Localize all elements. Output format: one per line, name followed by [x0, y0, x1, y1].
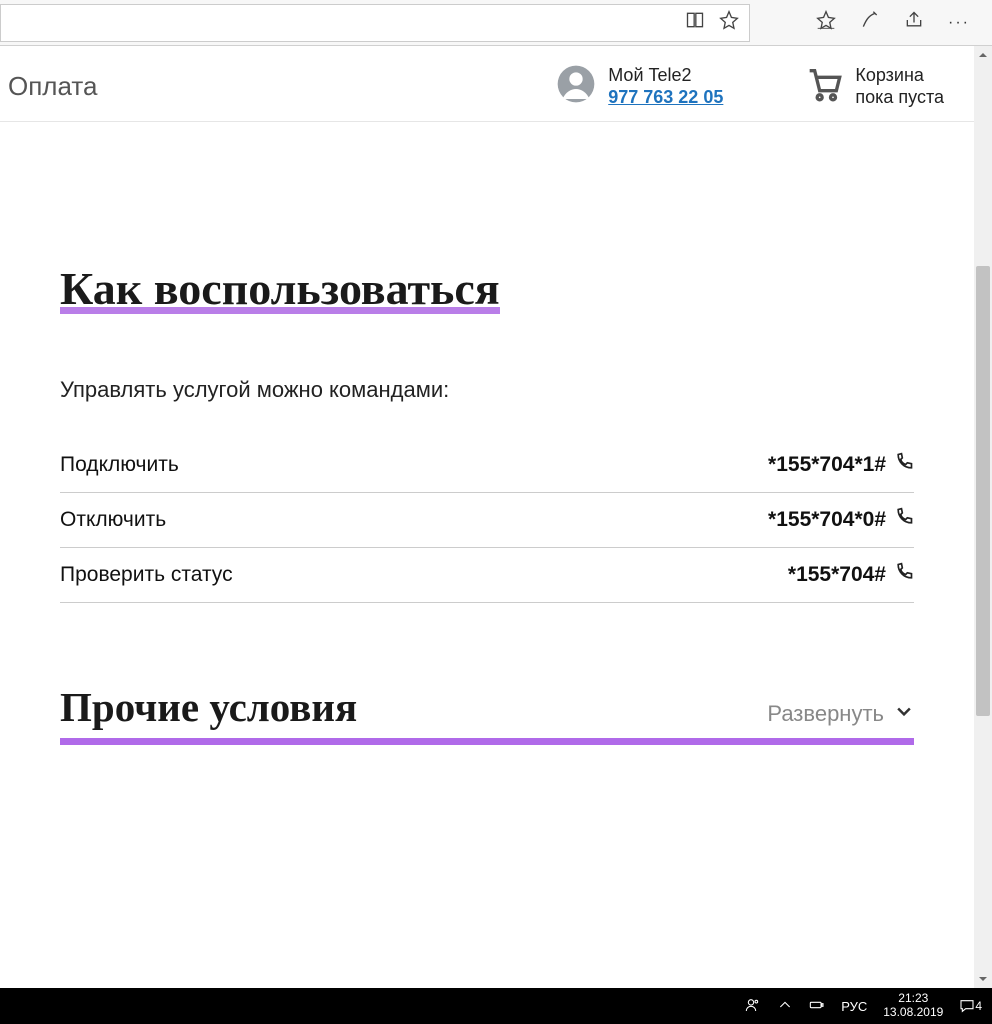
share-icon[interactable] — [904, 10, 924, 35]
reading-view-icon[interactable] — [685, 10, 705, 35]
command-row: Проверить статус *155*704# — [60, 548, 914, 603]
scroll-up-arrow-icon[interactable] — [974, 46, 992, 64]
account-block[interactable]: Мой Tele2 977 763 22 05 — [556, 64, 723, 109]
command-label: Проверить статус — [60, 563, 233, 587]
language-indicator[interactable]: РУС — [841, 999, 867, 1014]
browser-actions: ··· — [750, 10, 992, 35]
vertical-scrollbar[interactable] — [974, 46, 992, 988]
tray-chevron-up-icon[interactable] — [777, 997, 793, 1016]
main-content: Как воспользоваться Управлять услугой мо… — [0, 122, 974, 745]
command-label: Подключить — [60, 453, 179, 477]
site-header: Оплата Мой Tele2 977 763 22 05 Корзина п… — [0, 46, 974, 122]
scrollbar-thumb[interactable] — [976, 266, 990, 716]
chevron-down-icon — [894, 701, 914, 727]
howto-title: Как воспользоваться — [60, 262, 500, 317]
account-label: Мой Tele2 — [608, 65, 723, 87]
scroll-down-arrow-icon[interactable] — [974, 970, 992, 988]
command-row: Подключить *155*704*1# — [60, 438, 914, 493]
notification-count: 4 — [975, 999, 982, 1013]
user-icon — [556, 64, 596, 109]
other-conditions-section: Прочие условия Развернуть — [60, 683, 914, 745]
howto-intro: Управлять услугой можно командами: — [60, 377, 914, 403]
more-icon[interactable]: ··· — [948, 15, 970, 31]
cart-block[interactable]: Корзина пока пуста — [803, 64, 944, 109]
command-code: *155*704*1# — [768, 453, 886, 477]
phone-icon — [894, 507, 914, 533]
command-code: *155*704*0# — [768, 508, 886, 532]
tray-date: 13.08.2019 — [883, 1006, 943, 1020]
phone-icon — [894, 452, 914, 478]
account-phone-link[interactable]: 977 763 22 05 — [608, 87, 723, 107]
command-label: Отключить — [60, 508, 166, 532]
notes-icon[interactable] — [860, 10, 880, 35]
favorite-star-icon[interactable] — [719, 10, 739, 35]
cart-label: Корзина — [855, 65, 944, 87]
address-bar[interactable] — [0, 4, 750, 42]
section-underline — [60, 738, 914, 745]
windows-taskbar: РУС 21:23 13.08.2019 4 — [0, 988, 992, 1024]
phone-icon — [894, 562, 914, 588]
tray-clock[interactable]: 21:23 13.08.2019 — [883, 992, 943, 1020]
other-conditions-title: Прочие условия — [60, 683, 357, 731]
people-icon[interactable] — [745, 997, 761, 1016]
command-list: Подключить *155*704*1# Отключить *155*70… — [60, 438, 914, 603]
cart-status: пока пуста — [855, 87, 944, 109]
tray-time: 21:23 — [883, 992, 943, 1006]
cart-icon — [803, 64, 843, 109]
battery-icon[interactable] — [809, 997, 825, 1016]
command-code: *155*704# — [788, 563, 886, 587]
action-center-icon[interactable]: 4 — [959, 998, 982, 1014]
command-row: Отключить *155*704*0# — [60, 493, 914, 548]
expand-toggle[interactable]: Развернуть — [767, 701, 914, 727]
browser-toolbar: ··· — [0, 0, 992, 46]
expand-label: Развернуть — [767, 701, 884, 727]
nav-payment[interactable]: Оплата — [8, 71, 97, 102]
favorites-icon[interactable] — [816, 10, 836, 35]
